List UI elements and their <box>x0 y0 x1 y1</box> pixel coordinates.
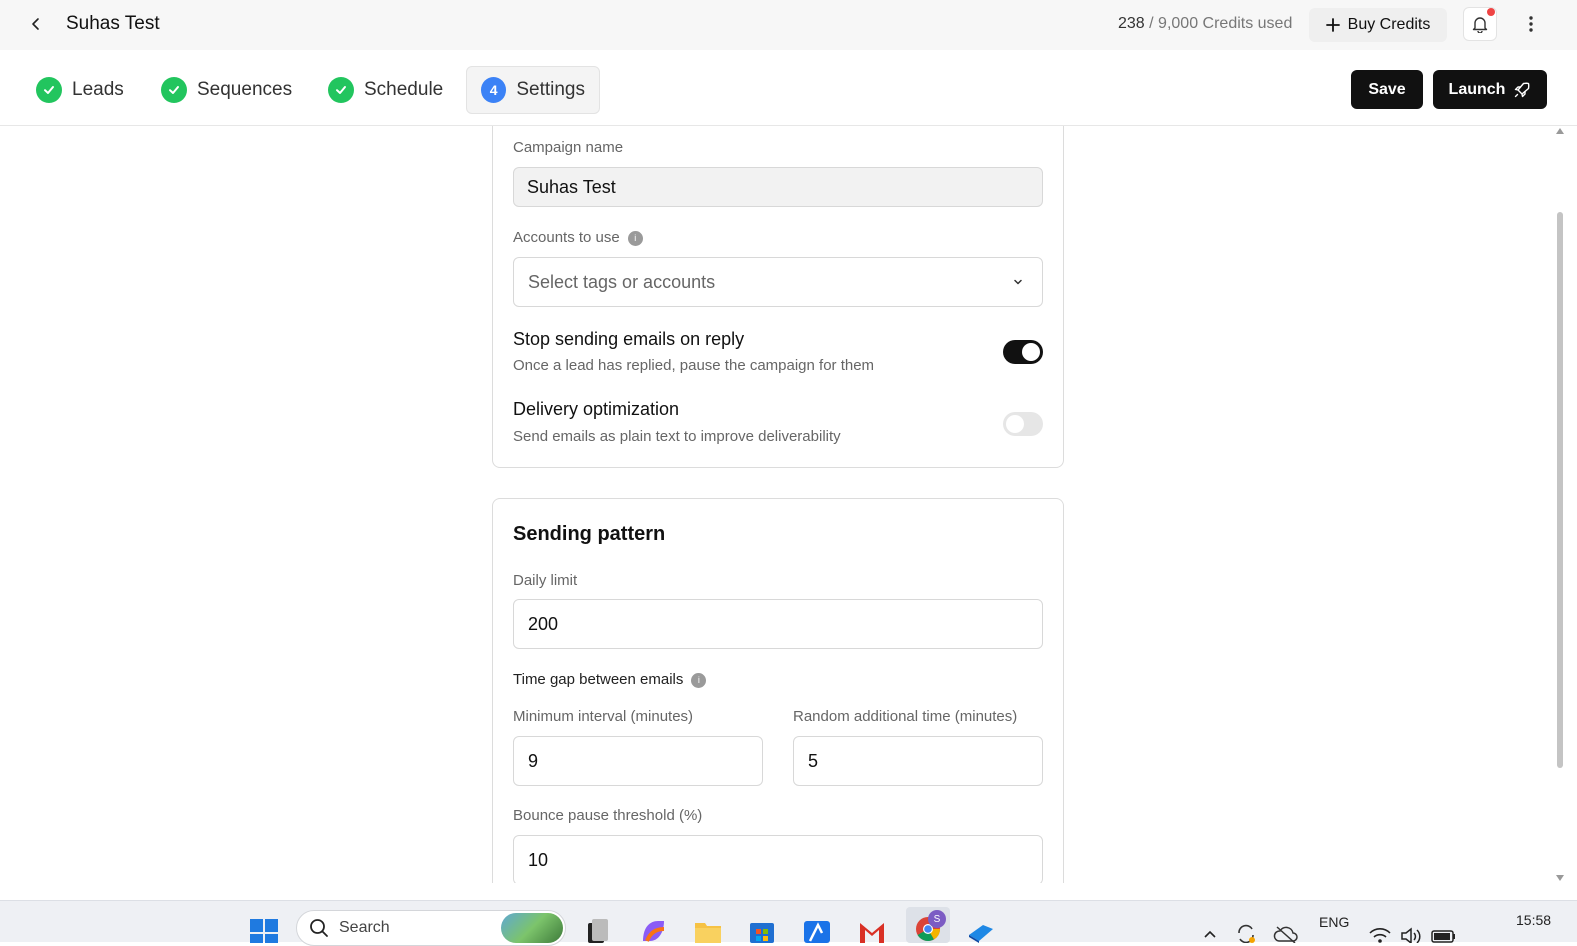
microsoft-store-icon[interactable] <box>746 913 778 943</box>
random-time-value: 5 <box>808 750 819 771</box>
time-gap-label-text: Time gap between emails <box>513 671 684 688</box>
save-button[interactable]: Save <box>1351 70 1423 109</box>
step-label: Leads <box>72 79 124 100</box>
bounce-threshold-input[interactable]: 10 <box>513 835 1043 883</box>
min-interval-value: 9 <box>528 750 539 771</box>
sync-icon[interactable] <box>1230 913 1262 943</box>
daily-limit-value: 200 <box>528 613 559 634</box>
search-highlight-image <box>501 913 563 943</box>
bounce-threshold-value: 10 <box>528 849 549 870</box>
taskbar-search-placeholder: Search <box>339 919 390 936</box>
scroll-up-arrow-icon[interactable] <box>1556 128 1564 134</box>
bell-icon <box>1472 17 1488 33</box>
info-icon[interactable]: i <box>627 230 643 246</box>
launch-button[interactable]: Launch <box>1433 70 1547 109</box>
top-bar: Suhas Test 238 / 9,000 Credits used Buy … <box>0 0 1577 50</box>
clock-time[interactable]: 15:58 <box>1516 912 1551 928</box>
toggle-knob <box>1006 415 1024 433</box>
file-explorer-icon[interactable] <box>692 913 724 943</box>
stop-on-reply-title: Stop sending emails on reply <box>513 329 745 349</box>
general-settings-card: Campaign name Suhas Test Accounts to use… <box>492 126 1064 468</box>
delivery-optimization-toggle[interactable] <box>1003 412 1043 436</box>
accounts-select[interactable]: Select tags or accounts <box>513 257 1043 307</box>
delivery-optimization-desc: Send emails as plain text to improve del… <box>513 428 841 445</box>
min-interval-label: Minimum interval (minutes) <box>513 708 694 725</box>
notification-dot <box>1487 8 1495 16</box>
taskbar-search[interactable]: Search <box>296 910 566 946</box>
random-time-input[interactable]: 5 <box>793 736 1043 786</box>
back-icon[interactable] <box>24 12 48 36</box>
chevron-up-icon[interactable] <box>1194 913 1226 943</box>
random-time-label: Random additional time (minutes) <box>793 708 1018 725</box>
copilot-icon[interactable] <box>637 913 669 943</box>
min-interval-input[interactable]: 9 <box>513 736 763 786</box>
gmail-icon[interactable] <box>856 913 888 943</box>
check-circle-icon <box>36 77 62 103</box>
accounts-label-text: Accounts to use <box>513 229 620 246</box>
campaign-name-value: Suhas Test <box>527 176 616 197</box>
step-number-badge: 4 <box>481 77 507 103</box>
rocket-icon <box>1515 82 1530 97</box>
search-icon <box>310 919 328 937</box>
delivery-optimization-title: Delivery optimization <box>513 399 680 419</box>
credits-total: / 9,000 Credits used <box>1149 15 1293 32</box>
task-view-icon[interactable] <box>582 913 614 943</box>
step-label: Schedule <box>364 79 444 100</box>
sending-pattern-card: Sending pattern Daily limit 200 Time gap… <box>492 498 1064 883</box>
sending-pattern-title: Sending pattern <box>513 523 666 545</box>
step-sequences[interactable]: Sequences <box>161 66 292 114</box>
campaign-name-label: Campaign name <box>513 139 624 156</box>
info-icon[interactable]: i <box>691 672 707 688</box>
campaign-name-field[interactable]: Suhas Test <box>513 167 1043 207</box>
accounts-placeholder: Select tags or accounts <box>528 271 716 292</box>
chevron-down-icon <box>1014 279 1022 285</box>
more-options-icon[interactable] <box>1519 12 1543 36</box>
bounce-threshold-label: Bounce pause threshold (%) <box>513 807 703 824</box>
scroll-down-arrow-icon[interactable] <box>1556 875 1564 881</box>
windows-taskbar: Search S ENG 15:58 <box>0 900 1577 946</box>
settings-content: Campaign name Suhas Test Accounts to use… <box>0 126 1577 883</box>
app-icon[interactable] <box>801 913 833 943</box>
step-label: Sequences <box>197 79 293 100</box>
launch-label: Launch <box>1448 80 1506 98</box>
page-title: Suhas Test <box>66 13 160 34</box>
stop-on-reply-desc: Once a lead has replied, pause the campa… <box>513 357 875 374</box>
accounts-label: Accounts to use i <box>513 229 643 246</box>
daily-limit-input[interactable]: 200 <box>513 599 1043 649</box>
buy-credits-label: Buy Credits <box>1347 16 1431 33</box>
cloud-off-icon[interactable] <box>1270 913 1302 943</box>
battery-icon[interactable] <box>1428 913 1460 943</box>
app-icon-blue[interactable] <box>964 913 996 943</box>
credits-usage: 238 / 9,000 Credits used <box>1118 15 1292 33</box>
buy-credits-button[interactable]: Buy Credits <box>1309 8 1447 42</box>
daily-limit-label: Daily limit <box>513 572 578 589</box>
plus-icon <box>1325 18 1340 32</box>
windows-start-icon[interactable] <box>248 913 280 943</box>
steps-bar: Leads Sequences Schedule 4 Settings Save… <box>0 54 1577 126</box>
wifi-icon[interactable] <box>1364 913 1396 943</box>
stop-on-reply-toggle[interactable] <box>1003 340 1043 364</box>
volume-icon[interactable] <box>1396 913 1428 943</box>
profile-badge: S <box>928 910 946 928</box>
chrome-icon[interactable]: S <box>906 907 950 943</box>
check-circle-icon <box>328 77 354 103</box>
language-indicator[interactable]: ENG <box>1319 914 1349 930</box>
time-gap-label: Time gap between emails i <box>513 671 707 688</box>
scrollbar[interactable] <box>1553 126 1567 883</box>
toggle-knob <box>1022 343 1040 361</box>
check-circle-icon <box>161 77 187 103</box>
step-label: Settings <box>516 79 585 100</box>
step-settings[interactable]: 4 Settings <box>466 66 600 114</box>
step-leads[interactable]: Leads <box>36 66 124 114</box>
scroll-thumb[interactable] <box>1557 212 1563 768</box>
notifications-button[interactable] <box>1463 7 1497 41</box>
step-schedule[interactable]: Schedule <box>328 66 443 114</box>
credits-used-count: 238 <box>1118 15 1145 32</box>
